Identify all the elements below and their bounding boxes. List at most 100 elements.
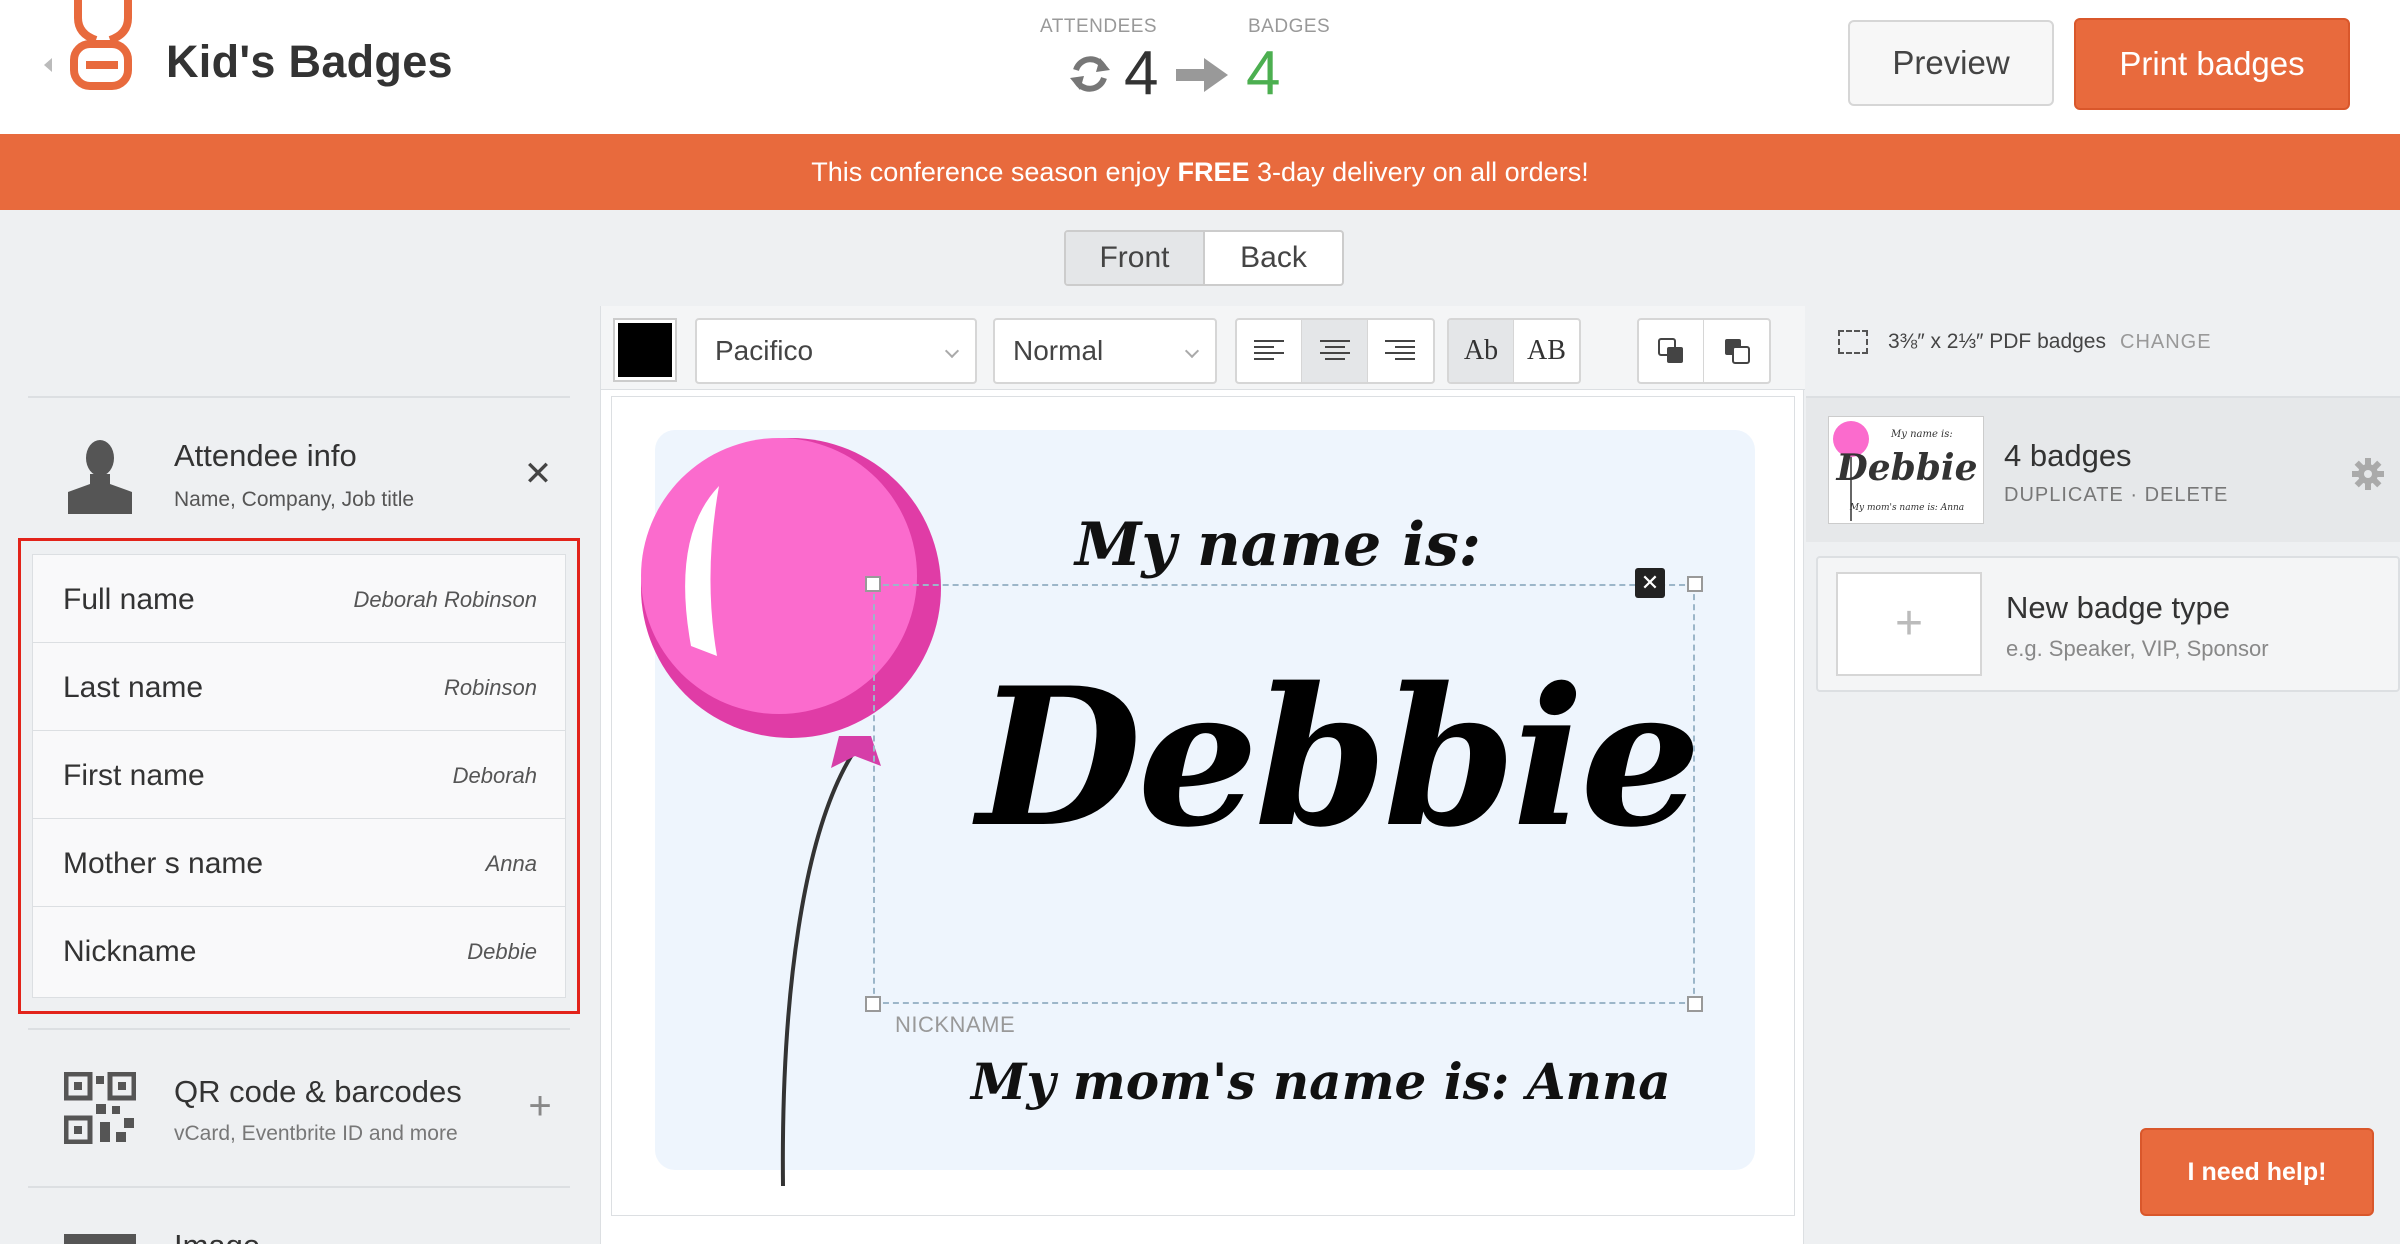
bring-forward-button[interactable] [1639,320,1704,382]
badges-count: 4 [1246,39,1281,108]
text-case-group: Ab AB [1447,318,1581,384]
face-toggle: Front Back [1064,230,1344,286]
plus-icon: + [1894,597,1924,650]
field-sample-value: Deborah [452,763,537,788]
app-title: Kid's Badges [166,36,453,87]
promo-banner: This conference season enjoy FREE 3-day … [0,134,2400,210]
selection-box[interactable] [873,584,1695,1004]
back-chevron-icon[interactable] [44,58,52,72]
font-family-select[interactable]: Pacifico [695,318,977,384]
action-separator: · [2130,484,2138,506]
attendees-count: 4 [1124,39,1159,108]
banner-highlight: FREE [1177,157,1250,187]
chevron-down-icon [1184,343,1200,359]
align-center-icon [1319,340,1350,360]
align-right-icon [1385,340,1416,360]
badge-type-title: 4 badges [2004,438,2132,473]
badge-type-card[interactable]: My name is: Debbie My mom's name is: Ann… [1806,398,2400,542]
attendee-info-title[interactable]: Attendee info [174,438,357,474]
text-color-swatch[interactable] [615,320,675,380]
badge-size-icon [1838,330,1868,354]
badge-thumbnail[interactable]: My name is: Debbie My mom's name is: Ann… [1828,416,1984,524]
badge-type-actions: DUPLICATE · DELETE [2004,484,2228,507]
field-name: Full name [63,583,195,616]
close-icon[interactable]: ✕ [520,456,556,492]
banner-suffix: 3-day delivery on all orders! [1249,157,1589,187]
sync-icon[interactable] [1068,52,1112,96]
qr-section-subtitle: vCard, Eventbrite ID and more [174,1122,458,1145]
layer-order-group [1637,318,1771,384]
tab-back[interactable]: Back [1205,232,1342,284]
sidebar-divider [28,396,570,398]
image-section-title[interactable]: Image [174,1228,260,1244]
resize-handle-top-right[interactable] [1687,576,1703,592]
print-badges-button[interactable]: Print badges [2074,18,2350,110]
chevron-down-icon [944,343,960,359]
badge-header-text[interactable]: My name is: [1075,510,1481,580]
font-family-value: Pacifico [715,335,814,366]
new-badge-type-card[interactable]: + New badge type e.g. Speaker, VIP, Spon… [1816,556,2400,692]
field-row-mothers-name[interactable]: Mother s name Anna [33,819,565,907]
badge-size-text: 3⅜″ x 2⅓″ PDF badges [1888,330,2106,353]
field-row-last-name[interactable]: Last name Robinson [33,643,565,731]
field-row-first-name[interactable]: First name Deborah [33,731,565,819]
resize-handle-top-left[interactable] [865,576,881,592]
resize-handle-bottom-right[interactable] [1687,996,1703,1012]
qr-code-icon [64,1072,136,1144]
font-weight-select[interactable]: Normal [993,318,1217,384]
preview-button[interactable]: Preview [1848,20,2054,106]
image-icon [64,1234,136,1244]
top-header: Kid's Badges ATTENDEES 4 BADGES 4 Previe… [0,0,2400,134]
align-left-button[interactable] [1237,320,1303,382]
field-sample-value: Debbie [467,939,537,964]
field-sample-value: Deborah Robinson [353,587,537,612]
attendee-info-subtitle: Name, Company, Job title [174,488,415,511]
bring-forward-icon [1658,338,1683,363]
badge-footer-text[interactable]: My mom's name is: Anna [971,1052,1671,1111]
new-badge-type-box[interactable]: + [1836,572,1982,676]
badges-label: BADGES [1248,16,1331,37]
thumbnail-header: My name is: [1891,429,1953,440]
person-icon [68,440,132,514]
field-sample-value: Robinson [444,675,537,700]
duplicate-link[interactable]: DUPLICATE [2004,484,2124,506]
alignment-group [1235,318,1435,384]
text-toolbar: Pacifico Normal Ab AB [601,306,1805,390]
field-name: Last name [63,671,204,704]
send-backward-icon [1724,339,1750,364]
sidebar-divider [28,1186,570,1188]
thumbnail-name: Debbie [1836,447,1978,489]
gear-icon[interactable] [2352,458,2384,490]
field-row-nickname[interactable]: Nickname Debbie [33,907,565,995]
remove-element-close-icon[interactable]: ✕ [1635,568,1665,598]
field-sample-value: Anna [485,851,537,876]
font-weight-value: Normal [1013,335,1104,366]
new-badge-type-title: New badge type [2006,590,2231,625]
banner-prefix: This conference season enjoy [811,157,1178,187]
sidebar-divider [28,1028,570,1030]
qr-section-title[interactable]: QR code & barcodes [174,1074,462,1110]
case-upper-button[interactable]: AB [1514,320,1579,382]
help-button[interactable]: I need help! [2140,1128,2374,1216]
send-backward-button[interactable] [1704,320,1769,382]
attendees-label: ATTENDEES [1040,16,1158,37]
change-size-link[interactable]: CHANGE [2120,331,2212,354]
add-qr-plus-icon[interactable]: + [522,1086,558,1126]
attendee-field-list: Full name Deborah Robinson Last name Rob… [32,554,566,998]
align-right-button[interactable] [1368,320,1433,382]
field-name: Mother s name [63,847,264,880]
tab-front[interactable]: Front [1066,232,1205,284]
align-center-button[interactable] [1302,320,1368,382]
field-row-full-name[interactable]: Full name Deborah Robinson [33,555,565,643]
field-name: Nickname [63,935,197,968]
thumbnail-footer: My mom's name is: Anna [1849,503,1965,513]
badge-editor: Pacifico Normal Ab AB My name is: Debbie… [600,306,1805,1244]
delete-link[interactable]: DELETE [2145,484,2229,506]
lanyard-logo-icon[interactable] [68,0,138,92]
resize-handle-bottom-left[interactable] [865,996,881,1012]
field-name: First name [63,759,205,792]
case-mixed-button[interactable]: Ab [1449,320,1514,382]
align-left-icon [1254,340,1285,360]
selected-field-label: NICKNAME [895,1012,1016,1037]
new-badge-type-subtitle: e.g. Speaker, VIP, Sponsor [2006,636,2269,661]
